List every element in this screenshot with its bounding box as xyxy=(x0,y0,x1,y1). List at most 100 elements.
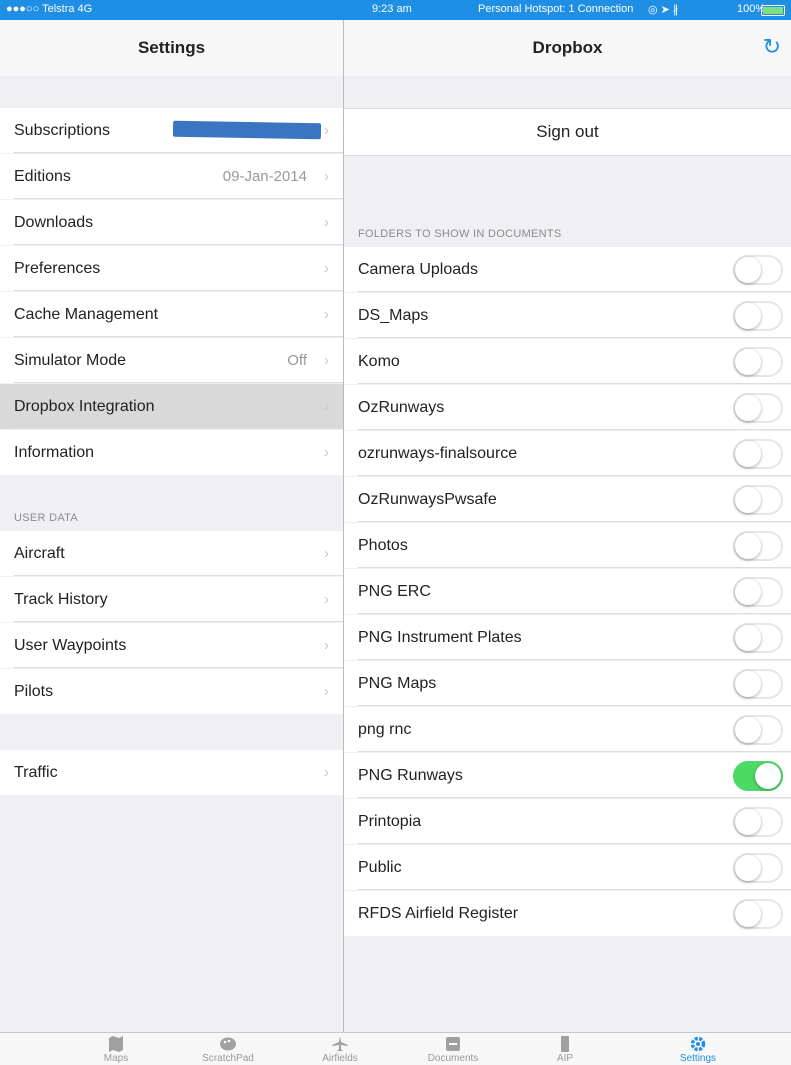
folder-row: Komo xyxy=(344,339,791,384)
tab-label: Settings xyxy=(679,1053,717,1064)
folder-label: ozrunways-finalsource xyxy=(358,444,518,462)
chevron-right-icon: › xyxy=(324,260,329,277)
folder-row: PNG ERC xyxy=(344,569,791,614)
folder-label: PNG Maps xyxy=(358,674,437,692)
settings-item-dropbox-integration[interactable]: Dropbox Integration › xyxy=(0,384,343,429)
sign-out-button[interactable]: Sign out xyxy=(344,108,791,156)
folder-toggle[interactable] xyxy=(733,898,783,929)
settings-item-label: Traffic xyxy=(14,763,58,781)
folder-row: PNG Instrument Plates xyxy=(344,615,791,660)
chevron-right-icon: › xyxy=(324,637,329,654)
folder-row: PNG Runways xyxy=(344,753,791,798)
sign-out-label: Sign out xyxy=(536,122,599,141)
folder-label: Komo xyxy=(358,352,400,370)
dropbox-title: Dropbox xyxy=(532,38,603,57)
settings-item-cache-management[interactable]: Cache Management › xyxy=(0,292,343,337)
tab-label: Airfields xyxy=(322,1053,358,1064)
folder-label: png rnc xyxy=(358,720,412,738)
settings-item-information[interactable]: Information › xyxy=(0,430,343,475)
settings-item-pilots[interactable]: Pilots › xyxy=(0,669,343,714)
settings-item-label: Aircraft xyxy=(14,544,65,562)
folder-toggle[interactable] xyxy=(733,300,783,331)
folder-label: PNG Instrument Plates xyxy=(358,628,522,646)
settings-item-label: Subscriptions xyxy=(14,121,111,139)
folder-toggle[interactable] xyxy=(733,714,783,745)
folder-toggle[interactable] xyxy=(733,530,783,561)
settings-item-traffic[interactable]: Traffic › xyxy=(0,750,343,795)
folder-label: DS_Maps xyxy=(358,306,429,324)
folders-header: FOLDERS TO SHOW IN DOCUMENTS xyxy=(358,228,562,240)
folder-label: PNG ERC xyxy=(358,582,431,600)
settings-item-aircraft[interactable]: Aircraft › xyxy=(0,531,343,576)
folder-toggle[interactable] xyxy=(733,346,783,377)
airplane-icon xyxy=(300,1035,380,1053)
settings-item-label: Preferences xyxy=(14,259,101,277)
folder-toggle[interactable] xyxy=(733,760,783,791)
folder-toggle[interactable] xyxy=(733,576,783,607)
folder-toggle[interactable] xyxy=(733,852,783,883)
tab-label: Maps xyxy=(103,1053,129,1064)
folder-label: Photos xyxy=(358,536,408,554)
settings-pane: Subscriptions › Editions 09-Jan-2014 › D… xyxy=(0,76,343,1032)
settings-item-editions[interactable]: Editions 09-Jan-2014 › xyxy=(0,154,343,199)
palette-icon xyxy=(188,1035,268,1053)
settings-item-simulator-mode[interactable]: Simulator Mode Off › xyxy=(0,338,343,383)
folder-toggle[interactable] xyxy=(733,622,783,653)
folder-row: Public xyxy=(344,845,791,890)
folder-row: RFDS Airfield Register xyxy=(344,891,791,936)
settings-item-label: User Waypoints xyxy=(14,636,127,654)
settings-item-label: Editions xyxy=(14,167,71,185)
settings-title: Settings xyxy=(137,38,206,57)
folder-row: OzRunwaysPwsafe xyxy=(344,477,791,522)
dropbox-nav-bar: Dropbox xyxy=(344,20,791,77)
simulator-mode-value: Off xyxy=(287,352,307,369)
tab-scratchpad[interactable]: ScratchPad xyxy=(188,1033,268,1064)
chevron-right-icon: › xyxy=(324,764,329,781)
chevron-right-icon: › xyxy=(324,683,329,700)
folder-row: Photos xyxy=(344,523,791,568)
hotspot-label: Personal Hotspot: 1 Connection xyxy=(478,3,634,15)
location-icon: ◎ ➤ ∦ xyxy=(648,4,679,16)
folder-toggle[interactable] xyxy=(733,668,783,699)
settings-item-preferences[interactable]: Preferences › xyxy=(0,246,343,291)
folder-row: ozrunways-finalsource xyxy=(344,431,791,476)
settings-item-label: Dropbox Integration xyxy=(14,397,155,415)
tab-aip[interactable]: AIP xyxy=(525,1033,605,1064)
dropbox-pane: Sign out FOLDERS TO SHOW IN DOCUMENTS Ca… xyxy=(344,76,791,1032)
tab-documents[interactable]: Documents xyxy=(413,1033,493,1064)
settings-item-label: Downloads xyxy=(14,213,94,231)
chevron-right-icon: › xyxy=(324,306,329,323)
settings-nav-bar: Settings xyxy=(0,20,343,77)
tab-label: Documents xyxy=(427,1053,479,1064)
folder-toggle[interactable] xyxy=(733,254,783,285)
gear-icon xyxy=(658,1035,738,1053)
folder-label: OzRunwaysPwsafe xyxy=(358,490,497,508)
folder-row: OzRunways xyxy=(344,385,791,430)
folder-toggle[interactable] xyxy=(733,484,783,515)
folder-toggle[interactable] xyxy=(733,392,783,423)
folder-row: DS_Maps xyxy=(344,293,791,338)
book-icon xyxy=(525,1035,605,1053)
folder-toggle[interactable] xyxy=(733,438,783,469)
tab-maps[interactable]: Maps xyxy=(76,1033,156,1064)
redaction-mark xyxy=(172,120,322,140)
settings-item-label: Simulator Mode xyxy=(14,351,127,369)
settings-item-label: Cache Management xyxy=(14,305,159,323)
tab-label: ScratchPad xyxy=(202,1053,254,1064)
settings-item-label: Pilots xyxy=(14,682,54,700)
folder-row: png rnc xyxy=(344,707,791,752)
tab-settings[interactable]: Settings xyxy=(658,1033,738,1064)
settings-item-track-history[interactable]: Track History › xyxy=(0,577,343,622)
tab-airfields[interactable]: Airfields xyxy=(300,1033,380,1064)
folder-toggle[interactable] xyxy=(733,806,783,837)
carrier-label: ●●●○○ Telstra 4G xyxy=(6,3,93,15)
folder-label: Camera Uploads xyxy=(358,260,479,278)
folder-row: Printopia xyxy=(344,799,791,844)
folder-label: RFDS Airfield Register xyxy=(358,904,519,922)
chevron-right-icon: › xyxy=(324,444,329,461)
refresh-icon[interactable]: ↻ xyxy=(763,34,781,60)
settings-item-user-waypoints[interactable]: User Waypoints › xyxy=(0,623,343,668)
documents-icon xyxy=(413,1035,493,1053)
chevron-right-icon: › xyxy=(324,591,329,608)
settings-item-downloads[interactable]: Downloads › xyxy=(0,200,343,245)
